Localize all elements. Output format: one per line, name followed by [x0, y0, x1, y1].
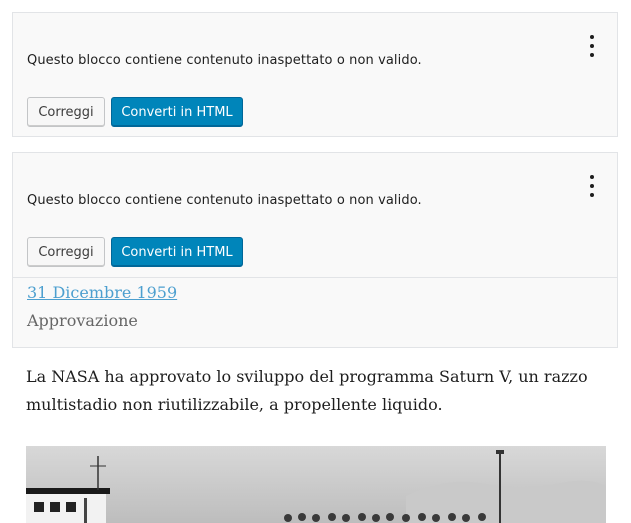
- invalid-block-warning: Questo blocco contiene contenuto inaspet…: [12, 152, 618, 278]
- resolve-button[interactable]: Correggi: [27, 97, 105, 127]
- menu-dot: [590, 44, 594, 48]
- saturn-launch-photo: [26, 446, 606, 523]
- timeline-date-link[interactable]: 31 Dicembre 1959: [27, 283, 177, 302]
- timeline-entry: 31 Dicembre 1959 Approvazione: [12, 278, 618, 348]
- convert-to-html-button[interactable]: Converti in HTML: [111, 237, 243, 267]
- menu-dot: [590, 193, 594, 197]
- menu-dot: [590, 184, 594, 188]
- photo-illustration: [26, 446, 606, 523]
- more-vertical-icon[interactable]: [589, 175, 595, 197]
- warning-message: Questo blocco contiene contenuto inaspet…: [27, 53, 422, 68]
- resolve-button[interactable]: Correggi: [27, 237, 105, 267]
- more-vertical-icon[interactable]: [589, 35, 595, 57]
- menu-dot: [590, 35, 594, 39]
- menu-dot: [590, 53, 594, 57]
- warning-message: Questo blocco contiene contenuto inaspet…: [27, 193, 422, 208]
- convert-to-html-button[interactable]: Converti in HTML: [111, 97, 243, 127]
- invalid-block-warning: Questo blocco contiene contenuto inaspet…: [12, 12, 618, 137]
- menu-dot: [590, 175, 594, 179]
- timeline-label: Approvazione: [27, 311, 138, 330]
- body-paragraph: La NASA ha approvato lo sviluppo del pro…: [26, 367, 588, 414]
